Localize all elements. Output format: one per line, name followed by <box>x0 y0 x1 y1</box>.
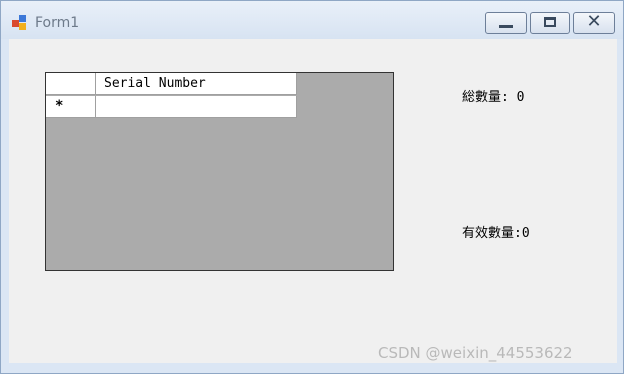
valid-count-label: 有效數量:0 <box>462 226 530 241</box>
new-row-marker[interactable]: * <box>46 96 96 118</box>
serial-number-cell[interactable] <box>96 96 297 118</box>
grid-top-left-header[interactable] <box>46 73 96 95</box>
close-button[interactable]: ✕ <box>573 11 615 34</box>
column-header-serial-number[interactable]: Serial Number <box>96 73 297 95</box>
window-title: Form1 <box>35 15 80 31</box>
maximize-icon <box>544 17 556 27</box>
minimize-button[interactable] <box>485 12 527 34</box>
data-grid-view[interactable]: Serial Number * <box>45 72 394 271</box>
total-count-label: 総數量: 0 <box>462 90 525 105</box>
close-icon: ✕ <box>586 11 602 32</box>
title-bar[interactable]: Form1 ✕ <box>1 1 623 39</box>
minimize-icon <box>499 25 513 28</box>
watermark-text: CSDN @weixin_44553622 <box>378 344 573 362</box>
maximize-button[interactable] <box>530 12 570 34</box>
app-icon <box>12 15 28 31</box>
